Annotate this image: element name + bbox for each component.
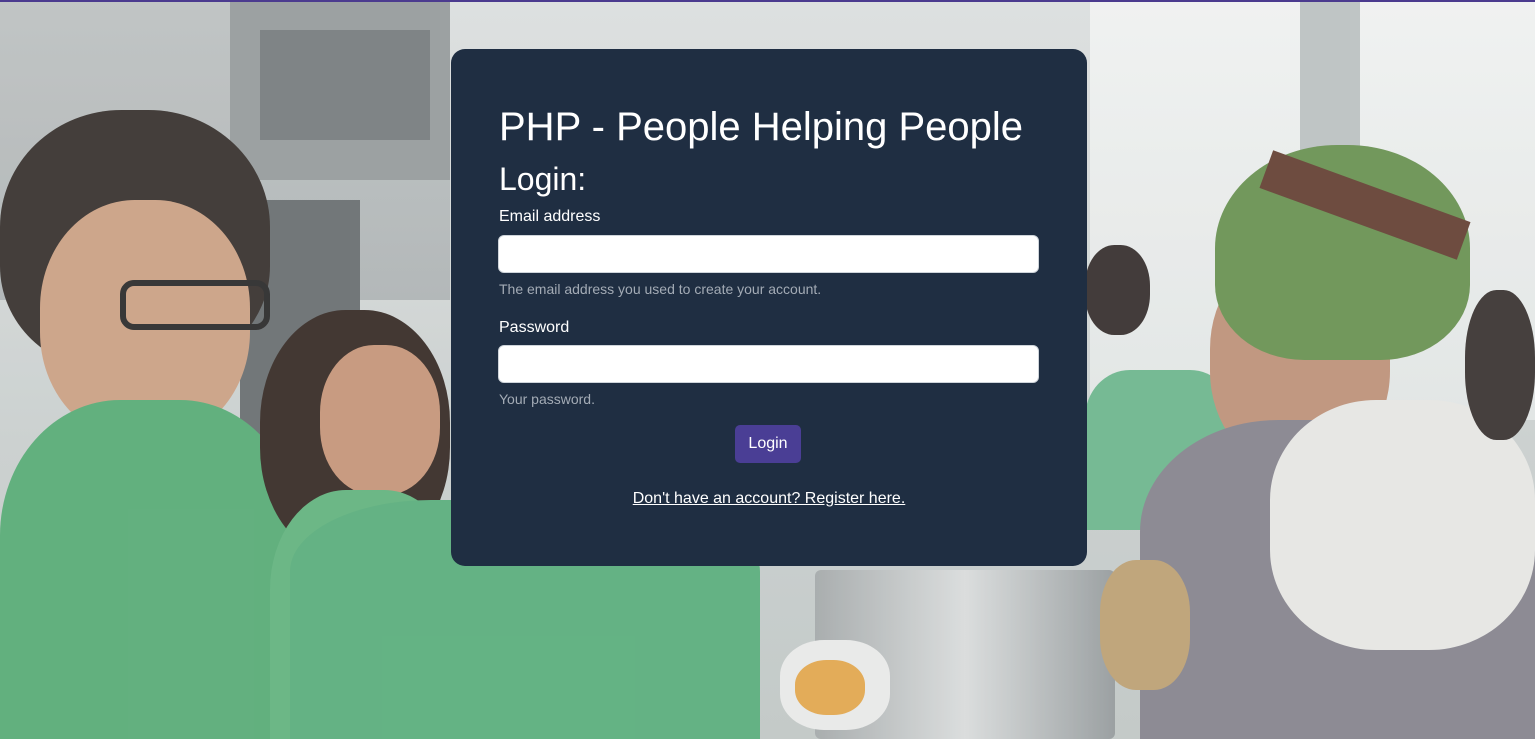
register-link[interactable]: Don't have an account? Register here.: [633, 490, 906, 507]
login-card: PHP - People Helping People Login: Email…: [451, 49, 1087, 566]
app-title: PHP - People Helping People: [499, 105, 1024, 149]
register-row: Don't have an account? Register here.: [451, 489, 1087, 509]
login-button[interactable]: Login: [735, 425, 801, 463]
email-field[interactable]: [498, 235, 1039, 273]
password-field[interactable]: [498, 345, 1039, 383]
top-accent-bar: [0, 0, 1535, 2]
password-help-text: Your password.: [499, 391, 595, 407]
email-label: Email address: [499, 208, 601, 225]
login-heading: Login:: [499, 161, 587, 197]
password-label: Password: [499, 319, 570, 336]
email-help-text: The email address you used to create you…: [499, 281, 822, 297]
